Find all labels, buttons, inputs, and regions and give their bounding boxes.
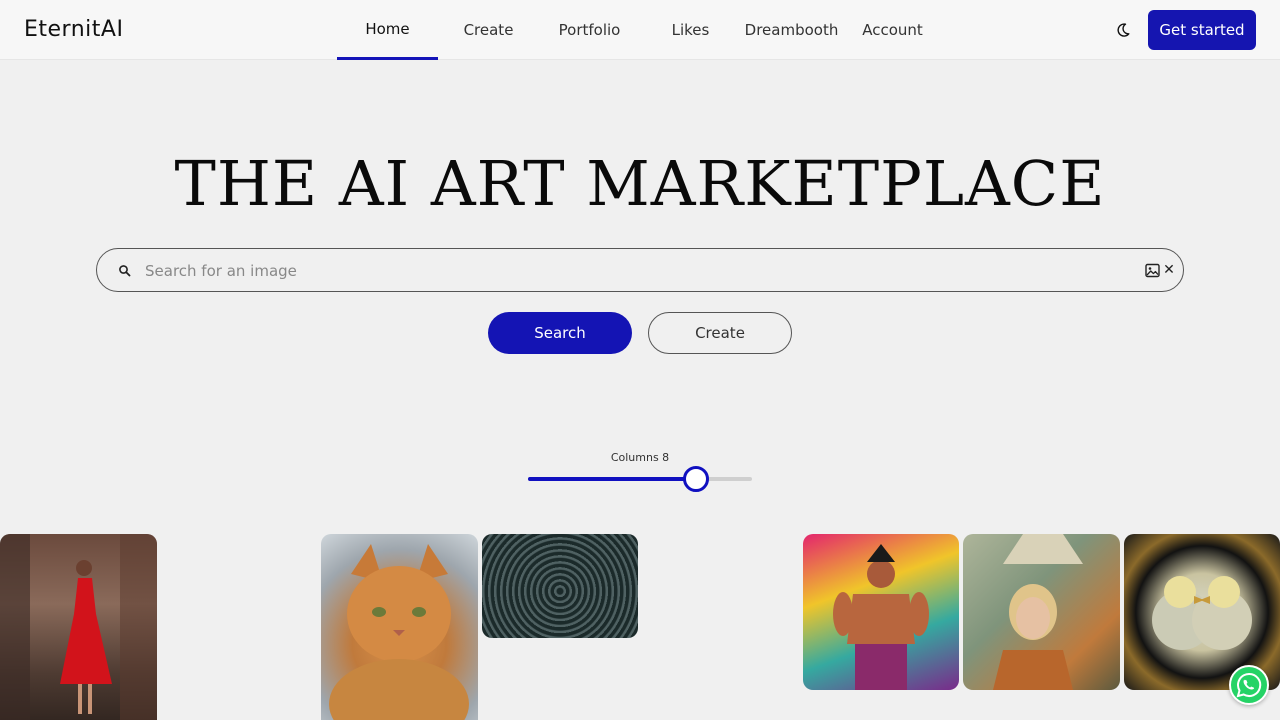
woman-red-dress-image[interactable]	[0, 534, 157, 720]
get-started-button[interactable]: Get started	[1148, 10, 1256, 50]
main-nav: Home Create Portfolio Likes Dreambooth A…	[337, 0, 943, 60]
hero-title: THE AI ART MARKETPLACE	[174, 147, 1106, 220]
close-icon[interactable]: ✕	[1161, 262, 1177, 279]
nav-home[interactable]: Home	[337, 0, 438, 60]
create-button[interactable]: Create	[648, 312, 792, 354]
nav-account[interactable]: Account	[842, 0, 943, 60]
columns-slider[interactable]	[528, 466, 752, 492]
search-icon	[117, 263, 133, 279]
whatsapp-icon[interactable]	[1229, 665, 1269, 705]
columns-label: Columns 8	[610, 451, 670, 464]
slider-thumb[interactable]	[683, 466, 709, 492]
nav-create[interactable]: Create	[438, 0, 539, 60]
orange-cat-image[interactable]	[321, 534, 478, 720]
slider-fill	[528, 477, 696, 481]
water-ripple-image[interactable]	[482, 534, 638, 638]
image-icon[interactable]	[1144, 262, 1161, 279]
moon-icon[interactable]	[1113, 20, 1133, 40]
nav-portfolio[interactable]: Portfolio	[539, 0, 640, 60]
nav-likes[interactable]: Likes	[640, 0, 741, 60]
warrior-illustration-image[interactable]	[803, 534, 959, 690]
search-bar: ✕	[96, 248, 1184, 292]
search-input[interactable]	[145, 257, 1125, 285]
blonde-woman-image[interactable]	[963, 534, 1120, 690]
search-button[interactable]: Search	[488, 312, 632, 354]
nav-dreambooth[interactable]: Dreambooth	[741, 0, 842, 60]
brand-logo[interactable]: EternitAI	[24, 17, 123, 43]
top-navbar: EternitAI Home Create Portfolio Likes Dr…	[0, 0, 1280, 60]
